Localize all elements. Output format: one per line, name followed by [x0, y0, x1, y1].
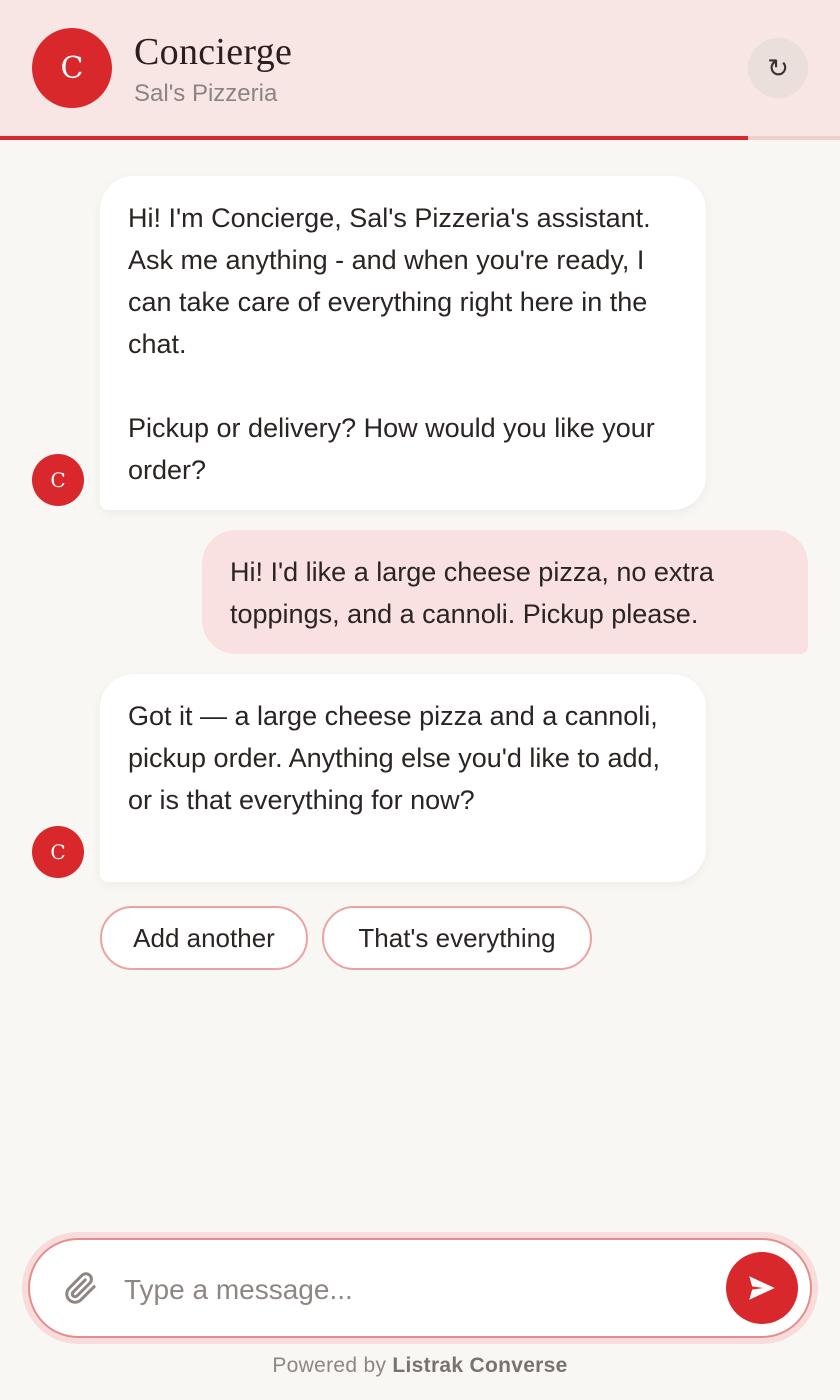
paperclip-icon[interactable] [62, 1270, 98, 1306]
send-icon [749, 1276, 775, 1300]
assistant-name: Concierge [134, 31, 293, 73]
chat-header: C Concierge Sal's Pizzeria ↻ [0, 0, 840, 140]
business-name: Sal's Pizzeria [134, 80, 278, 107]
brand-link[interactable]: Listrak Converse [392, 1354, 567, 1377]
bot-avatar: C [32, 826, 84, 878]
bot-message: Got it — a large cheese pizza and a cann… [100, 674, 706, 882]
assistant-avatar: C [32, 28, 112, 108]
user-message: Hi! I'd like a large cheese pizza, no ex… [202, 530, 808, 654]
bot-avatar: C [32, 454, 84, 506]
powered-by-footer: Powered by Listrak Converse [0, 1354, 840, 1378]
progress-bar [0, 136, 840, 140]
quick-reply-thats-everything[interactable]: That's everything [322, 906, 592, 970]
refresh-button[interactable]: ↻ [748, 38, 808, 98]
progress-fill [0, 136, 748, 140]
powered-by-label: Powered by [272, 1354, 387, 1377]
quick-reply-add-another[interactable]: Add another [100, 906, 308, 970]
message-input[interactable] [124, 1264, 714, 1316]
refresh-icon: ↻ [767, 52, 789, 83]
send-button[interactable] [726, 1252, 798, 1324]
bot-message: Hi! I'm Concierge, Sal's Pizzeria's assi… [100, 176, 706, 510]
